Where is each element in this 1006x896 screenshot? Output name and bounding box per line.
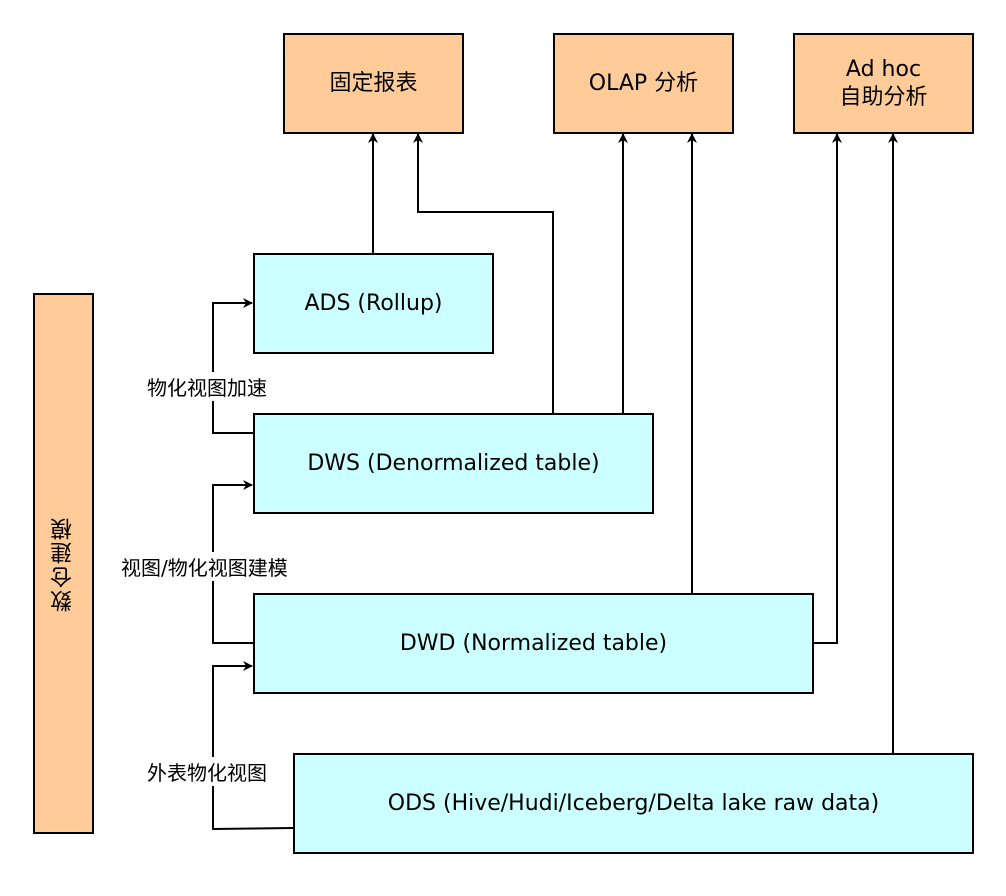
adhoc-label: Ad hoc 自助分析 [839, 57, 928, 110]
edge-label-dws-to-ads: 物化视图加速 [147, 372, 267, 401]
dwd-box: DWD (Normalized table) [253, 593, 814, 694]
fixed-report-label: 固定报表 [329, 70, 418, 96]
olap-box: OLAP 分析 [553, 33, 734, 134]
ods-box: ODS (Hive/Hudi/Iceberg/Delta lake raw da… [293, 753, 974, 854]
dwd-label: DWD (Normalized table) [399, 630, 668, 656]
ads-label: ADS (Rollup) [304, 290, 443, 316]
dws-label: DWS (Denormalized table) [307, 450, 600, 476]
data-warehouse-modeling-bar: 数仓建模 [33, 293, 94, 834]
arrow-dwd-to-adhoc [814, 133, 842, 644]
edge-label-ods-to-dwd: 外表物化视图 [147, 757, 267, 786]
arrow-dws-to-ads [212, 298, 253, 434]
side-label: 数仓建模 [50, 515, 76, 612]
ads-box: ADS (Rollup) [253, 253, 494, 354]
dws-box: DWS (Denormalized table) [253, 413, 654, 514]
fixed-report-box: 固定报表 [283, 33, 464, 134]
ods-label: ODS (Hive/Hudi/Iceberg/Delta lake raw da… [387, 790, 880, 816]
edge-label-dwd-to-dws: 视图/物化视图建模 [121, 552, 288, 581]
olap-label: OLAP 分析 [588, 70, 699, 96]
adhoc-box: Ad hoc 自助分析 [793, 33, 974, 134]
